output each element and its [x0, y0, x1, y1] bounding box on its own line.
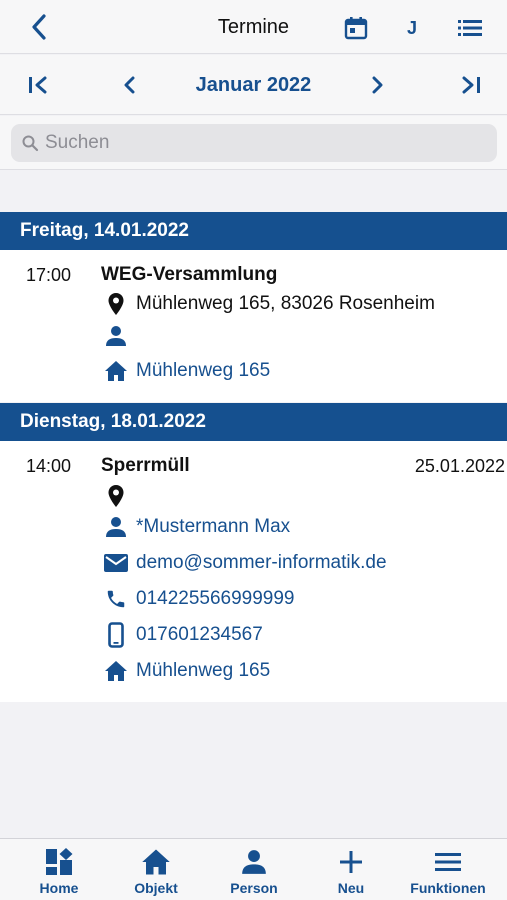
year-view-button[interactable]: J	[400, 14, 424, 42]
chevron-right-icon	[372, 76, 383, 94]
calendar-icon	[344, 17, 368, 40]
email-row[interactable]: demo@sommer-informatik.de	[103, 549, 387, 577]
phone-row[interactable]: 014225566999999	[103, 585, 295, 613]
location-pin-icon	[103, 291, 129, 317]
day-header: Dienstag, 18.01.2022	[0, 403, 507, 441]
page-title: Termine	[217, 16, 290, 38]
dashboard-icon	[44, 847, 74, 877]
mail-icon	[103, 550, 129, 576]
object-row[interactable]: Mühlenweg 165	[103, 657, 270, 685]
person-icon	[239, 847, 269, 877]
email-link[interactable]: demo@sommer-informatik.de	[136, 552, 387, 574]
appointment-time: 14:00	[26, 456, 72, 476]
person-link[interactable]: *Mustermann Max	[136, 516, 290, 538]
search-area	[0, 116, 507, 170]
list-icon	[458, 20, 482, 36]
mobile-row[interactable]: 017601234567	[103, 621, 263, 649]
appointment-item[interactable]: 17:00 WEG-Versammlung Mühlenweg 165, 830…	[0, 250, 507, 402]
tab-home[interactable]: Home	[14, 839, 104, 900]
location-row	[103, 482, 136, 510]
current-month-label[interactable]: Januar 2022	[0, 74, 507, 97]
appointment-end-date: 25.01.2022	[414, 456, 505, 476]
search-input[interactable]	[45, 132, 485, 154]
search-bar	[11, 124, 497, 162]
phone-link[interactable]: 014225566999999	[136, 588, 295, 610]
appointment-title: Sperrmüll	[101, 455, 190, 476]
day-header: Freitag, 14.01.2022	[0, 212, 507, 250]
location-pin-icon	[103, 483, 129, 509]
appointment-item[interactable]: 14:00 Sperrmüll 25.01.2022 *Mustermann M…	[0, 441, 507, 702]
tab-funktionen[interactable]: Funktionen	[403, 839, 493, 900]
home-icon	[103, 658, 129, 684]
last-month-button[interactable]	[455, 69, 487, 101]
object-row[interactable]: Mühlenweg 165	[103, 357, 270, 385]
location-row: Mühlenweg 165, 83026 Rosenheim	[103, 290, 435, 318]
tab-label: Neu	[337, 880, 365, 896]
tab-objekt[interactable]: Objekt	[111, 839, 201, 900]
tab-label: Home	[39, 880, 79, 896]
person-icon	[103, 323, 129, 349]
mobile-link[interactable]: 017601234567	[136, 624, 263, 646]
phone-icon	[103, 586, 129, 612]
menu-icon	[433, 847, 463, 877]
person-row[interactable]	[103, 322, 136, 350]
object-link[interactable]: Mühlenweg 165	[136, 360, 270, 382]
top-bar: Termine J	[0, 0, 507, 54]
plus-icon	[336, 847, 366, 877]
last-page-icon	[462, 76, 480, 94]
location-text: Mühlenweg 165, 83026 Rosenheim	[136, 293, 435, 314]
home-icon	[103, 358, 129, 384]
tab-neu[interactable]: Neu	[306, 839, 396, 900]
appointment-title: WEG-Versammlung	[101, 264, 278, 285]
next-month-button[interactable]	[362, 69, 394, 101]
home-icon	[141, 847, 171, 877]
mobile-phone-icon	[103, 622, 129, 648]
person-row[interactable]: *Mustermann Max	[103, 513, 290, 541]
bottom-tab-bar: Home Objekt Person Neu Funktionen	[0, 838, 507, 900]
list-view-button[interactable]	[454, 14, 486, 42]
search-icon	[22, 135, 39, 152]
tab-label: Funktionen	[410, 880, 486, 896]
month-navigation: Januar 2022	[0, 55, 507, 115]
person-icon	[103, 514, 129, 540]
object-link[interactable]: Mühlenweg 165	[136, 660, 270, 682]
appointment-time: 17:00	[26, 265, 72, 285]
tab-label: Person	[230, 880, 278, 896]
tab-person[interactable]: Person	[209, 839, 299, 900]
calendar-button[interactable]	[340, 12, 372, 44]
tab-label: Objekt	[134, 880, 178, 896]
